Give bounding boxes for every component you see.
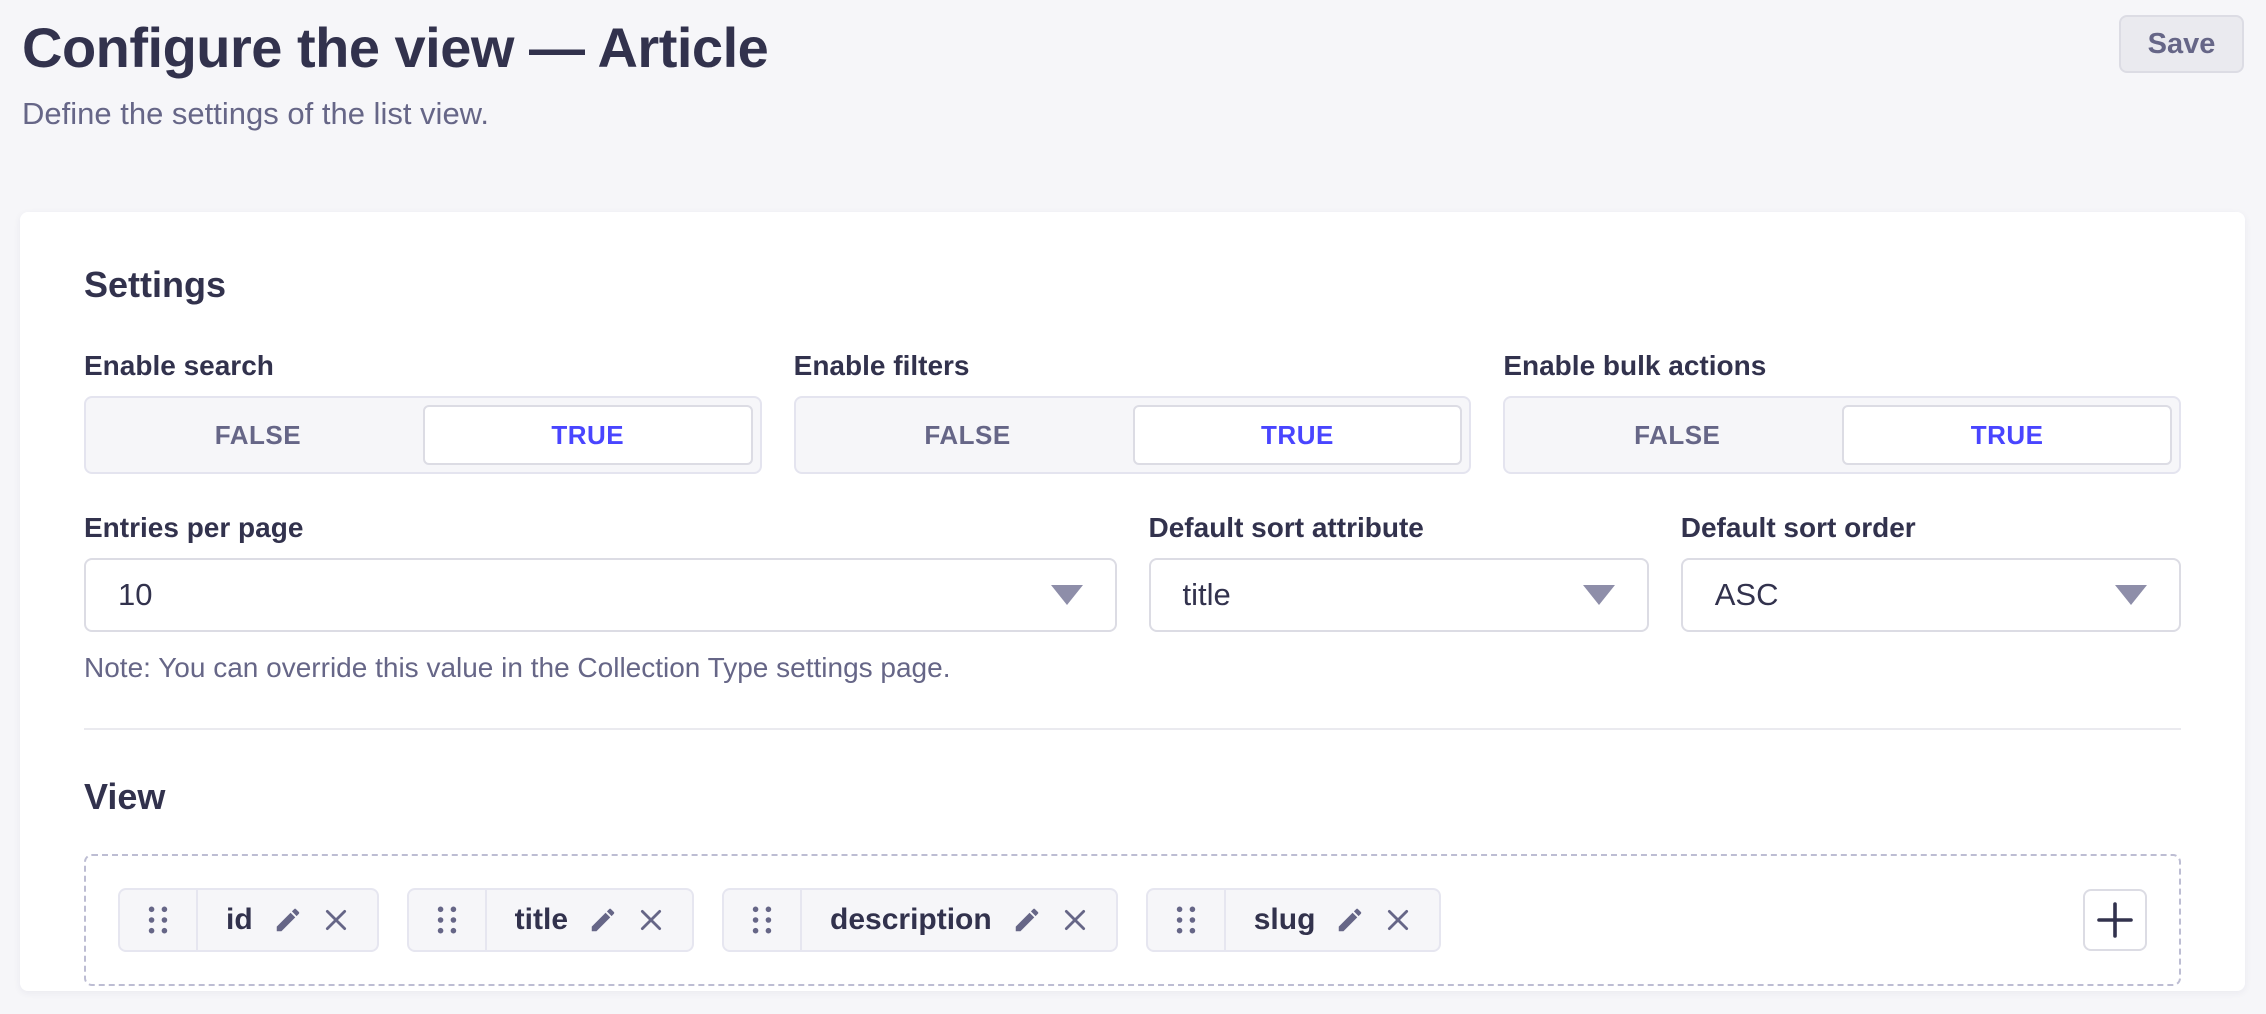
select-value: title <box>1183 577 1231 613</box>
field-enable-filters: Enable filters FALSE TRUE <box>794 350 1472 474</box>
chevron-down-icon <box>1583 585 1615 605</box>
field-label: Enable search <box>84 350 762 382</box>
edit-pencil-icon[interactable] <box>1012 905 1042 935</box>
field-entries-per-page: Entries per page 10 Note: You can overri… <box>84 512 1117 684</box>
toggle-option-false[interactable]: FALSE <box>803 405 1133 465</box>
chip-body: id <box>198 890 377 950</box>
field-default-sort-attribute: Default sort attribute title <box>1149 512 1649 684</box>
chip-body: slug <box>1226 890 1440 950</box>
add-field-button[interactable] <box>2083 889 2147 951</box>
selects-row: Entries per page 10 Note: You can overri… <box>84 512 2181 684</box>
chip-label: description <box>830 903 992 937</box>
plus-icon <box>2095 900 2135 940</box>
toggle-option-false[interactable]: FALSE <box>93 405 423 465</box>
entries-per-page-note: Note: You can override this value in the… <box>84 652 1117 684</box>
section-divider <box>84 728 2181 730</box>
select-value: ASC <box>1715 577 1779 613</box>
field-label: Enable bulk actions <box>1503 350 2181 382</box>
default-sort-attribute-select[interactable]: title <box>1149 558 1649 632</box>
page-subtitle: Define the settings of the list view. <box>22 96 2242 132</box>
settings-panel: Settings Enable search FALSE TRUE Enable… <box>20 212 2245 991</box>
enable-search-toggle[interactable]: FALSE TRUE <box>84 396 762 474</box>
edit-pencil-icon[interactable] <box>273 905 303 935</box>
edit-pencil-icon[interactable] <box>1335 905 1365 935</box>
drag-handle-icon[interactable] <box>409 890 487 950</box>
field-chip-slug[interactable]: slug <box>1146 888 1442 952</box>
close-icon[interactable] <box>638 907 664 933</box>
view-fields-dropzone: id title <box>84 854 2181 986</box>
close-icon[interactable] <box>323 907 349 933</box>
close-icon[interactable] <box>1385 907 1411 933</box>
toggle-option-true[interactable]: TRUE <box>423 405 753 465</box>
drag-handle-icon[interactable] <box>120 890 198 950</box>
chevron-down-icon <box>2115 585 2147 605</box>
page-header: Configure the view — Article Define the … <box>0 0 2266 132</box>
chip-body: description <box>802 890 1116 950</box>
toggle-option-false[interactable]: FALSE <box>1512 405 1842 465</box>
page-title: Configure the view — Article <box>22 16 2242 80</box>
field-enable-search: Enable search FALSE TRUE <box>84 350 762 474</box>
chip-body: title <box>487 890 692 950</box>
field-default-sort-order: Default sort order ASC <box>1681 512 2181 684</box>
drag-dots-icon <box>436 905 458 935</box>
toggle-option-true[interactable]: TRUE <box>1842 405 2172 465</box>
field-label: Enable filters <box>794 350 1472 382</box>
enable-bulk-actions-toggle[interactable]: FALSE TRUE <box>1503 396 2181 474</box>
view-section-heading: View <box>84 776 2181 818</box>
toggle-option-true[interactable]: TRUE <box>1133 405 1463 465</box>
chevron-down-icon <box>1051 585 1083 605</box>
entries-per-page-select[interactable]: 10 <box>84 558 1117 632</box>
drag-dots-icon <box>1175 905 1197 935</box>
select-value: 10 <box>118 577 152 613</box>
edit-pencil-icon[interactable] <box>588 905 618 935</box>
drag-dots-icon <box>147 905 169 935</box>
field-chip-title[interactable]: title <box>407 888 694 952</box>
field-label: Entries per page <box>84 512 1117 544</box>
close-icon[interactable] <box>1062 907 1088 933</box>
chip-label: title <box>515 903 568 937</box>
chip-label: slug <box>1254 903 1316 937</box>
save-button[interactable]: Save <box>2119 15 2244 73</box>
field-chip-id[interactable]: id <box>118 888 379 952</box>
field-chip-description[interactable]: description <box>722 888 1118 952</box>
field-label: Default sort order <box>1681 512 2181 544</box>
default-sort-order-select[interactable]: ASC <box>1681 558 2181 632</box>
enable-filters-toggle[interactable]: FALSE TRUE <box>794 396 1472 474</box>
chip-label: id <box>226 903 253 937</box>
settings-section-heading: Settings <box>84 264 2181 306</box>
drag-handle-icon[interactable] <box>724 890 802 950</box>
field-label: Default sort attribute <box>1149 512 1649 544</box>
toggles-row: Enable search FALSE TRUE Enable filters … <box>84 350 2181 474</box>
drag-dots-icon <box>751 905 773 935</box>
drag-handle-icon[interactable] <box>1148 890 1226 950</box>
field-enable-bulk-actions: Enable bulk actions FALSE TRUE <box>1503 350 2181 474</box>
